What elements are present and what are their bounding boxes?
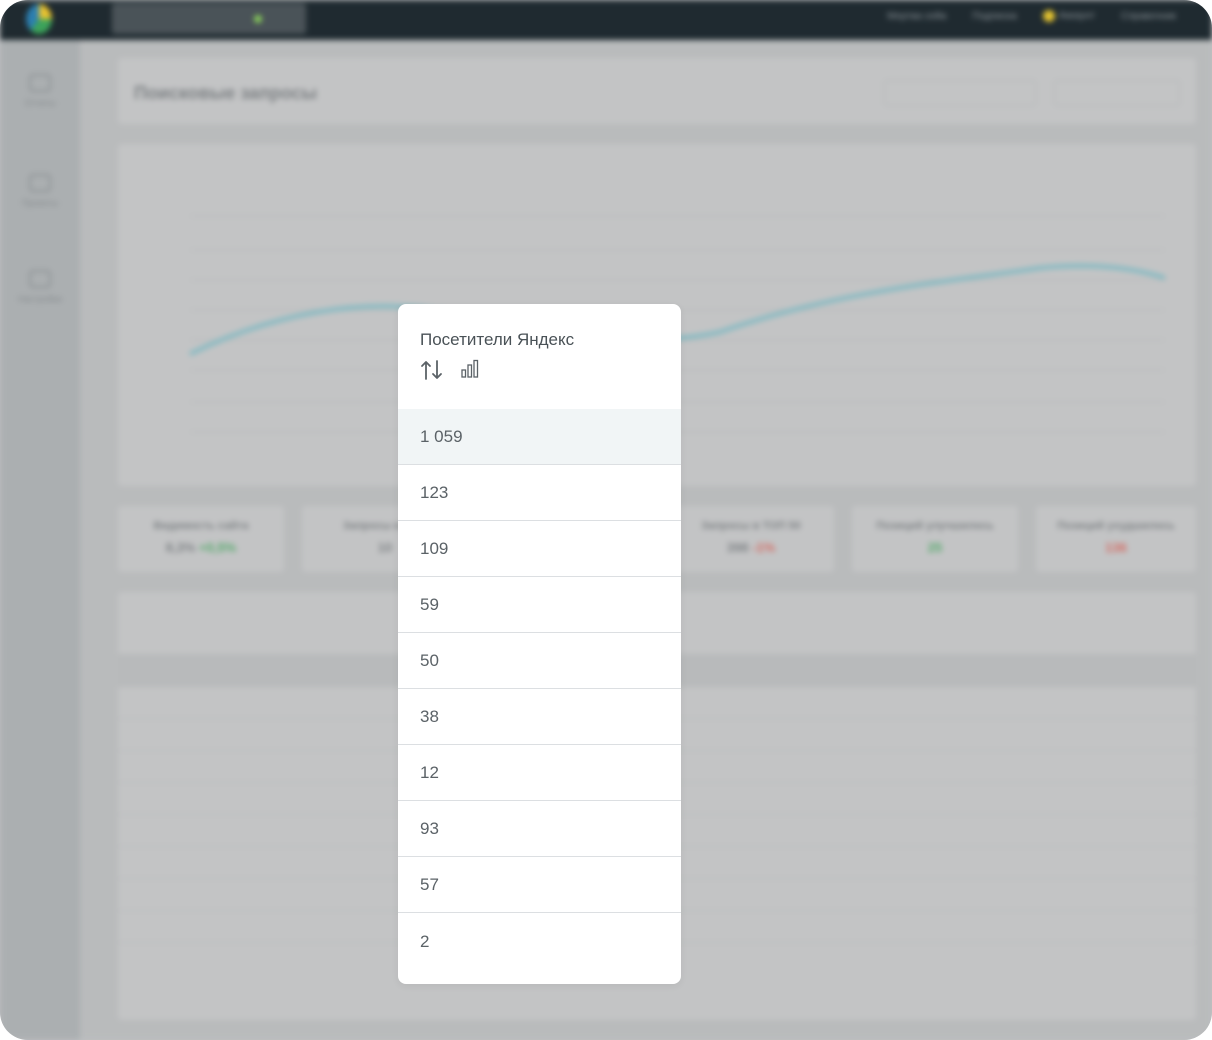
stat-value: 25 bbox=[927, 540, 943, 555]
avatar bbox=[1042, 10, 1055, 22]
sidebar-item: Настройки bbox=[0, 270, 80, 304]
sidebar-item-label: Проекты bbox=[21, 198, 59, 208]
top-tabs bbox=[112, 3, 306, 34]
nav-item: Подписка bbox=[972, 10, 1017, 22]
value-row[interactable]: 1 059 bbox=[398, 409, 681, 465]
nav-item-label: Аккаунт bbox=[1058, 10, 1095, 22]
stat-card: Позиций улучшилось 25 bbox=[852, 506, 1018, 572]
top-bar: Мертва сейа Подписка Аккаунт Справочник bbox=[0, 0, 1212, 40]
sidebar-item-label: Отчеты bbox=[24, 98, 56, 108]
stat-delta: +0,5% bbox=[199, 540, 237, 555]
stat-label: Запросы в ТОП 50 bbox=[701, 520, 801, 532]
stat-card: Запросы в ТОП 50 398 -1% bbox=[668, 506, 834, 572]
stat-number: 398 bbox=[726, 540, 749, 555]
popup-header: Посетители Яндекс bbox=[398, 304, 681, 410]
app-frame: Мертва сейа Подписка Аккаунт Справочник … bbox=[0, 0, 1212, 1040]
value-list: 1 059 123 109 59 50 38 12 93 57 2 bbox=[398, 409, 681, 971]
value-row[interactable]: 12 bbox=[398, 745, 681, 801]
value-row[interactable]: 38 bbox=[398, 689, 681, 745]
nav-item: Мертва сейа bbox=[887, 10, 947, 22]
sidebar-item-label: Настройки bbox=[17, 294, 63, 304]
value-row[interactable]: 59 bbox=[398, 577, 681, 633]
stat-card: Позиций ухудшилось 136 bbox=[1036, 506, 1196, 572]
value-row[interactable]: 50 bbox=[398, 633, 681, 689]
stat-value: 398 -1% bbox=[668, 540, 834, 555]
column-popup: Посетители Яндекс 1 059 123 109 59 50 38… bbox=[398, 304, 681, 984]
sidebar-item: Проекты bbox=[0, 174, 80, 208]
stat-label: Позиций ухудшилось bbox=[1057, 520, 1175, 532]
bar-chart-icon[interactable] bbox=[460, 359, 480, 379]
reports-icon bbox=[29, 74, 51, 92]
stat-label: Видимость сайта bbox=[153, 520, 249, 532]
nav-item: Справочник bbox=[1121, 10, 1176, 22]
tab-status bbox=[209, 3, 306, 34]
value-row[interactable]: 2 bbox=[398, 913, 681, 971]
stat-number: 8,3% bbox=[165, 540, 196, 555]
projects-icon bbox=[29, 174, 51, 192]
value-row[interactable]: 93 bbox=[398, 801, 681, 857]
sidebar-item: Отчеты bbox=[0, 74, 80, 108]
status-dot-icon bbox=[253, 14, 262, 23]
value-row[interactable]: 57 bbox=[398, 857, 681, 913]
tab-reports bbox=[112, 3, 209, 34]
value-row[interactable]: 123 bbox=[398, 465, 681, 521]
stat-value: 8,3% +0,5% bbox=[118, 540, 284, 555]
stat-card: Видимость сайта 8,3% +0,5% bbox=[118, 506, 284, 572]
top-nav: Мертва сейа Подписка Аккаунт Справочник bbox=[887, 10, 1176, 22]
stat-label: Позиций улучшилось bbox=[876, 520, 994, 532]
sort-arrows-icon[interactable] bbox=[420, 359, 444, 381]
nav-item: Аккаунт bbox=[1042, 10, 1095, 22]
sidebar: Отчеты Проекты Настройки bbox=[0, 40, 80, 1040]
logo-icon bbox=[26, 4, 52, 34]
stat-value: 136 bbox=[1105, 540, 1127, 555]
value-row[interactable]: 109 bbox=[398, 521, 681, 577]
popup-title: Посетители Яндекс bbox=[420, 330, 575, 349]
settings-icon bbox=[29, 270, 51, 288]
stat-delta: -1% bbox=[752, 540, 776, 555]
